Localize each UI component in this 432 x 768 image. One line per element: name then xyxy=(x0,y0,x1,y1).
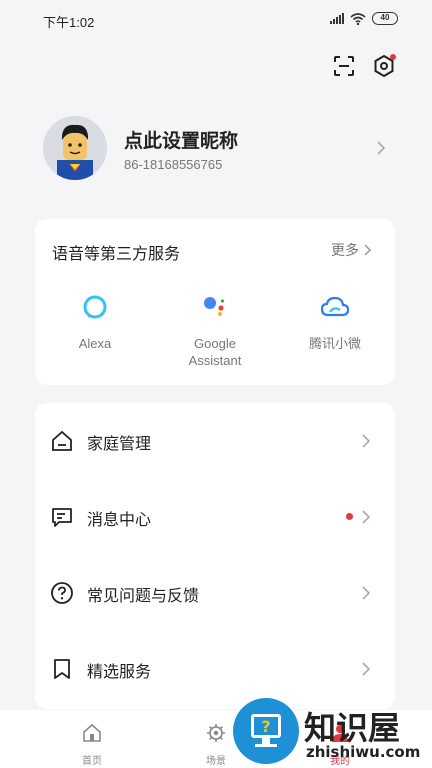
chevron-right-icon xyxy=(364,244,372,256)
service-alexa[interactable]: Alexa xyxy=(45,291,145,352)
menu-item-label: 常见问题与反馈 xyxy=(87,588,200,605)
tencent-xiaowei-icon xyxy=(320,296,350,317)
gear-tab-icon xyxy=(207,724,225,742)
chevron-right-icon xyxy=(362,662,371,676)
watermark-question-icon: ? xyxy=(251,714,281,747)
menu-card: 家庭管理 消息中心 常见问题与反馈 精选服务 xyxy=(35,403,395,709)
message-icon xyxy=(52,508,72,527)
unread-dot xyxy=(346,513,353,520)
tab-label: 首页 xyxy=(82,756,102,767)
svg-text:?: ? xyxy=(261,717,270,736)
battery-icon: 40 xyxy=(372,12,398,25)
avatar-image xyxy=(43,116,107,180)
signal-icon xyxy=(330,13,344,24)
scan-icon xyxy=(334,56,354,76)
status-bar: 下午1:02 40 xyxy=(0,0,432,40)
voice-services-title: 语音等第三方服务 xyxy=(52,246,181,263)
menu-item-label: 消息中心 xyxy=(87,512,152,529)
tab-home[interactable]: 首页 xyxy=(62,722,122,767)
service-google-assistant[interactable]: Google Assistant xyxy=(165,291,265,369)
phone-number: 86-18168556765 xyxy=(124,157,223,172)
chevron-right-icon xyxy=(377,141,386,155)
notification-dot xyxy=(390,54,396,60)
menu-item-faq-feedback[interactable]: 常见问题与反馈 xyxy=(35,555,395,631)
chevron-right-icon xyxy=(362,586,371,600)
alexa-icon xyxy=(83,295,107,319)
voice-services-card: 语音等第三方服务 更多 Alexa Google Assistant 腾讯小微 xyxy=(35,219,395,385)
profile-section[interactable]: 点此设置昵称 86-18168556765 xyxy=(0,108,432,192)
menu-item-label: 精选服务 xyxy=(87,664,152,681)
device-settings-button[interactable] xyxy=(370,52,398,80)
menu-item-family-management[interactable]: 家庭管理 xyxy=(35,403,395,479)
service-tencent-xiaowei[interactable]: 腾讯小微 xyxy=(285,291,385,352)
chevron-right-icon xyxy=(362,434,371,448)
chevron-right-icon xyxy=(362,510,371,524)
status-time: 下午1:02 xyxy=(43,15,95,30)
nickname[interactable]: 点此设置昵称 xyxy=(124,126,238,153)
status-icons: 40 xyxy=(330,12,398,25)
service-label: 腾讯小微 xyxy=(308,336,361,351)
scan-button[interactable] xyxy=(330,52,358,80)
menu-item-featured-services[interactable]: 精选服务 xyxy=(35,631,395,707)
question-icon xyxy=(51,582,73,604)
wifi-icon xyxy=(350,12,366,25)
more-label: 更多 xyxy=(331,242,359,258)
home-icon xyxy=(52,430,72,451)
service-label: Google Assistant xyxy=(188,336,242,368)
service-label: Alexa xyxy=(78,336,112,351)
menu-item-message-center[interactable]: 消息中心 xyxy=(35,479,395,555)
menu-item-label: 家庭管理 xyxy=(87,436,152,453)
google-assistant-icon xyxy=(204,297,225,316)
avatar[interactable] xyxy=(43,116,107,180)
watermark-logo: ? xyxy=(233,698,299,764)
home-tab-icon xyxy=(83,723,101,742)
bookmark-icon xyxy=(54,659,70,679)
more-link[interactable]: 更多 xyxy=(331,240,372,260)
watermark-site: zhishiwu.com xyxy=(306,743,421,761)
